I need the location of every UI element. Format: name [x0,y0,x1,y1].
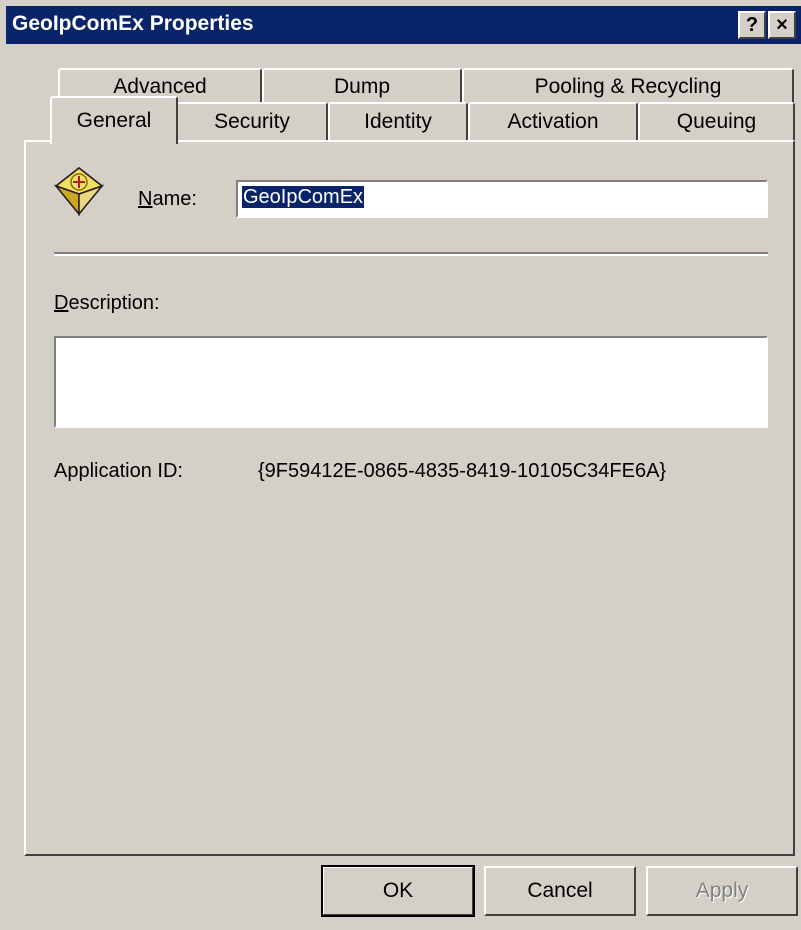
tab-identity[interactable]: Identity [328,102,468,140]
tab-activation[interactable]: Activation [468,102,638,140]
tab-queuing[interactable]: Queuing [638,102,795,140]
help-button[interactable]: ? [738,11,766,39]
apply-button[interactable]: Apply [646,866,798,916]
name-label: Name: [138,188,197,210]
properties-dialog: GeoIpComEx Properties ? × Advanced Dump … [0,0,801,930]
tab-security[interactable]: Security [176,102,328,140]
name-input-value: GeoIpComEx [242,186,365,208]
tab-pooling-recycling[interactable]: Pooling & Recycling [462,68,794,104]
description-textarea[interactable] [54,336,768,428]
cancel-button[interactable]: Cancel [484,866,636,916]
separator [54,252,768,256]
title-bar[interactable]: GeoIpComEx Properties ? × [6,6,801,44]
general-tab-panel: Name: GeoIpComEx Description: Applicatio… [24,140,795,856]
com-component-package-icon [52,164,106,218]
name-input[interactable]: GeoIpComEx [236,180,768,218]
application-id-label: Application ID: [54,460,183,482]
window-title: GeoIpComEx Properties [12,12,254,35]
application-id-value: {9F59412E-0865-4835-8419-10105C34FE6A} [258,460,667,482]
ok-button[interactable]: OK [321,865,475,917]
close-button[interactable]: × [768,11,796,39]
tab-general[interactable]: General [50,96,178,144]
tab-dump[interactable]: Dump [262,68,462,104]
description-label: Description: [54,292,160,314]
